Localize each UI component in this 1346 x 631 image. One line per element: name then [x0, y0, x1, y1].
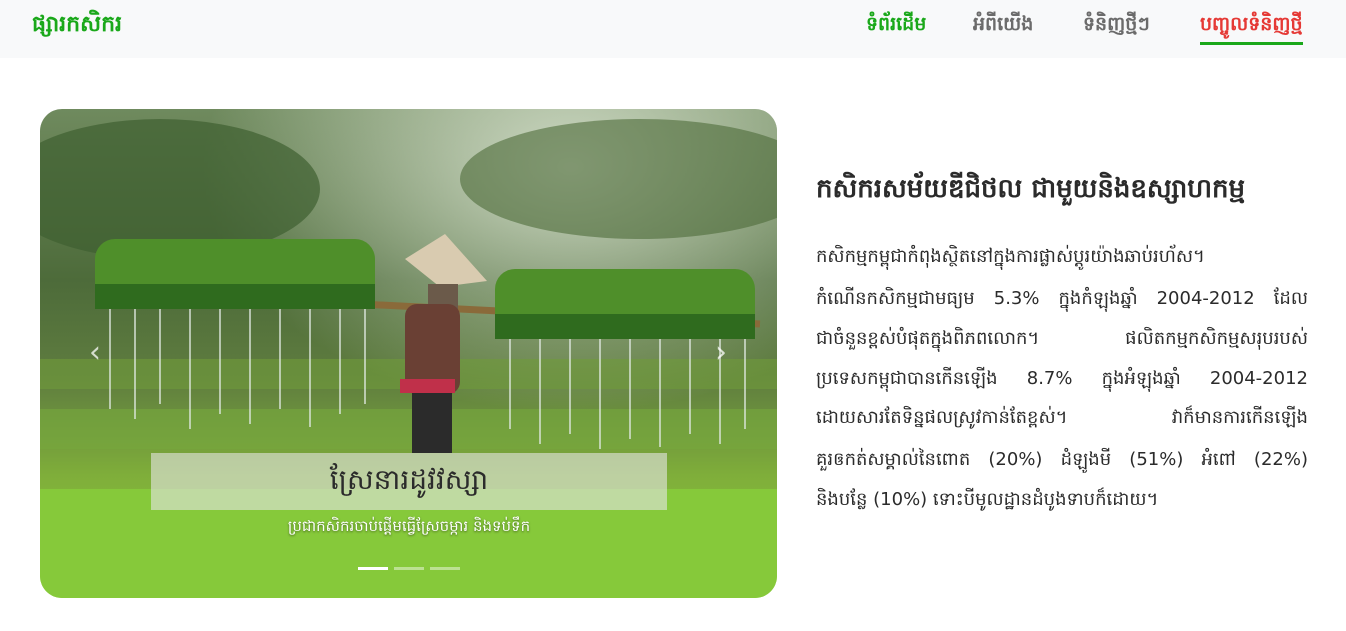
article-line: កំណើនកសិកម្មជាមធ្យម 5.3% ក្នុងកំឡុងឆ្នាំ…	[816, 288, 1308, 309]
nav-link-add-product[interactable]: បញ្ចូលទំនិញថ្មី	[1200, 12, 1303, 45]
navbar: ផ្សារកសិករ ទំព័រដើម អំពីយើង ទំនិញថ្មីៗ ប…	[0, 0, 1346, 58]
carousel-indicators	[358, 567, 468, 575]
carousel-next-button[interactable]: ›	[706, 335, 736, 371]
chevron-left-icon: ‹	[89, 335, 101, 370]
article-line: កសិកម្មកម្ពុជាកំពុងស្ថិតនៅក្នុងការផ្លាស់…	[816, 246, 1205, 267]
caption-box: ស្រែនារដូវវស្សា	[151, 453, 667, 510]
carousel-indicator-2[interactable]	[394, 567, 424, 570]
image-carousel[interactable]: ‹ › ស្រែនារដូវវស្សា ប្រជាកសិករចាប់ផ្ដើមធ…	[40, 109, 777, 598]
nav-link-new-products[interactable]: ទំនិញថ្មីៗ	[1083, 12, 1150, 40]
carousel-prev-button[interactable]: ‹	[80, 335, 110, 371]
article-line: ប្រទេសកម្ពុជាបានកើនឡើង 8.7% ក្នុងអំឡុងឆ្…	[816, 368, 1308, 389]
article-line: និងបន្លែ (10%) ទោះបីមូលដ្ឋានដំបូងទាបក៏ដោ…	[816, 489, 1159, 510]
carousel-indicator-1[interactable]	[358, 567, 388, 570]
article-line: គួរឲកត់សម្គាល់នៃពោត (20%) ដំឡូងមី (51%) …	[816, 449, 1308, 470]
carousel-indicator-3[interactable]	[430, 567, 460, 570]
chevron-right-icon: ›	[715, 335, 727, 370]
article-line: ដោយសារតែទិន្នផលស្រូវកាន់តែខ្ពស់។ វាក៏មាន…	[816, 407, 1308, 428]
caption-text: ប្រជាកសិករចាប់ផ្ដើមធ្វើស្រែចម្ការ និងទប់…	[287, 517, 531, 535]
nav-link-about[interactable]: អំពីយើង	[973, 12, 1033, 40]
article-title: កសិករសម័យឌីជិថល ជាមួយនិងឧស្សាហកម្ម	[816, 174, 1246, 204]
nav-link-home[interactable]: ទំព័រដើម	[866, 12, 926, 40]
caption-title: ស្រែនារដូវវស្សា	[329, 463, 489, 496]
brand-logo[interactable]: ផ្សារកសិករ	[32, 10, 122, 42]
article-line: ជាចំនួនខ្ពស់បំផុតក្នុងពិភពលោក។ ផលិតកម្មក…	[816, 328, 1308, 349]
